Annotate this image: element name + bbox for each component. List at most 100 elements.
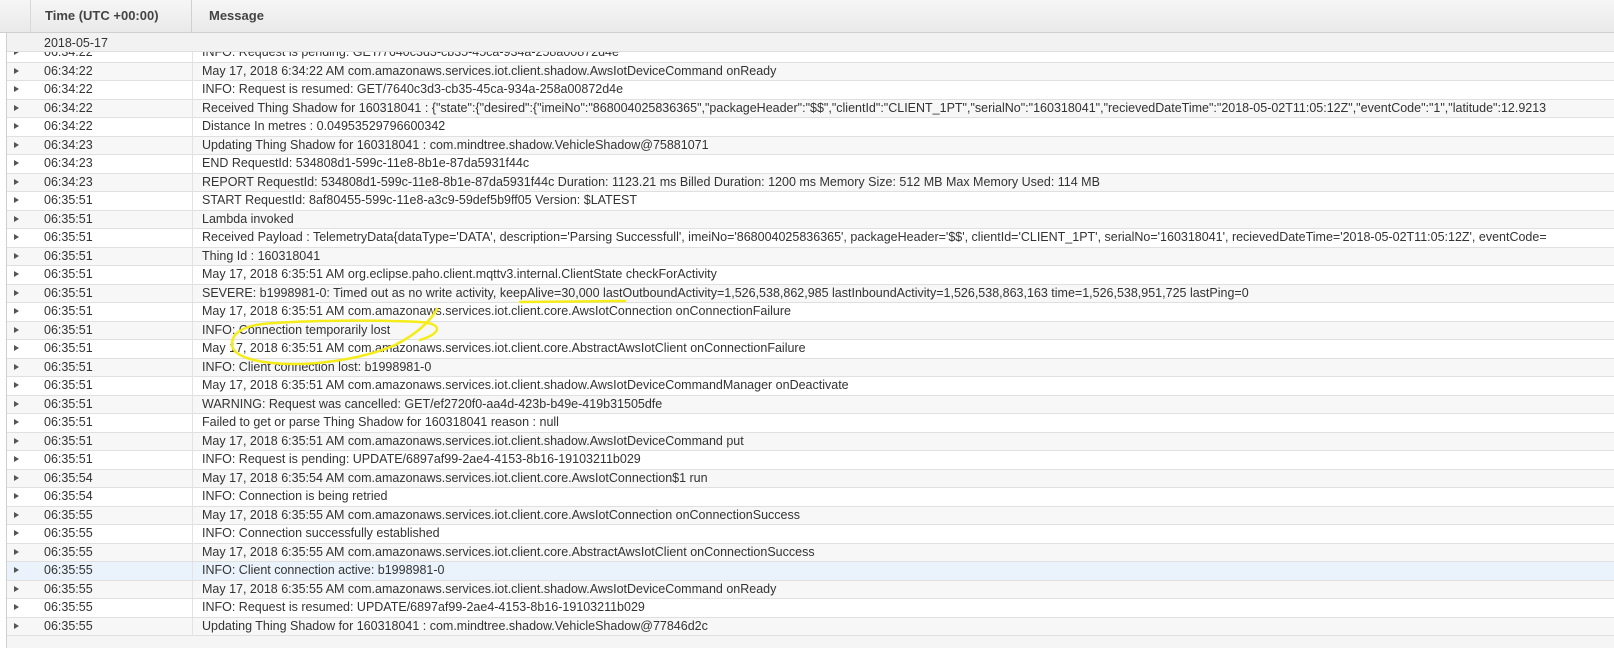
log-event-row[interactable]: 06:34:22 Received Thing Shadow for 160318… xyxy=(7,99,1614,118)
log-event-row[interactable]: 06:35:55 INFO: Request is resumed: UPDATE… xyxy=(7,599,1614,618)
log-event-row[interactable]: 06:34:22 INFO: Request is resumed: GET/76… xyxy=(7,81,1614,100)
log-event-row[interactable]: 06:35:51 INFO: Request is pending: UPDATE… xyxy=(7,451,1614,470)
expand-caret-icon[interactable] xyxy=(14,604,19,610)
expand-caret-icon[interactable] xyxy=(14,511,19,518)
log-event-row[interactable]: 06:35:51 Failed to get or parse Thing Sha… xyxy=(7,414,1614,433)
row-divider xyxy=(192,395,193,413)
log-event-row[interactable]: 06:35:51 May 17, 2018 6:35:51 AM com.amaz… xyxy=(7,340,1614,359)
message-column-header[interactable]: Message xyxy=(209,8,264,23)
log-event-row[interactable]: 06:35:51 Thing Id : 160318041 xyxy=(7,247,1614,266)
log-event-row[interactable]: 06:35:55 INFO: Client connection active: … xyxy=(7,562,1614,581)
log-events-list[interactable]: 06:34:22 INFO: Request is pending: GET/76… xyxy=(6,33,1614,648)
log-event-row[interactable]: 06:34:23 END RequestId: 534808d1-599c-11e… xyxy=(7,155,1614,174)
row-divider xyxy=(192,229,193,247)
row-divider xyxy=(192,210,193,228)
expand-caret-icon[interactable] xyxy=(14,437,19,444)
row-divider xyxy=(192,617,193,635)
log-event-time: 06:35:55 xyxy=(44,544,93,559)
expand-column-header xyxy=(0,0,31,32)
time-column-header[interactable]: Time (UTC +00:00) xyxy=(45,8,159,23)
expand-caret-icon[interactable] xyxy=(14,456,19,462)
log-event-row[interactable]: 06:35:51 SEVERE: b1998981-0: Timed out as… xyxy=(7,284,1614,303)
log-event-row[interactable]: 06:34:22 May 17, 2018 6:34:22 AM com.amaz… xyxy=(7,62,1614,81)
expand-caret-icon[interactable] xyxy=(14,67,19,74)
row-divider xyxy=(192,525,193,543)
row-divider xyxy=(192,266,193,284)
expand-caret-icon[interactable] xyxy=(14,567,19,573)
log-event-message: END RequestId: 534808d1-599c-11e8-8b1e-8… xyxy=(202,156,530,170)
expand-caret-icon[interactable] xyxy=(14,160,19,166)
log-event-time: 06:35:54 xyxy=(44,489,93,503)
log-event-row[interactable]: 06:35:51 May 17, 2018 6:35:51 AM org.ecli… xyxy=(7,266,1614,285)
expand-caret-icon[interactable] xyxy=(14,308,19,314)
expand-caret-icon[interactable] xyxy=(14,474,19,481)
log-event-message: START RequestId: 8af80455-599c-11e8-a3c9… xyxy=(202,193,638,207)
log-event-time: 06:35:54 xyxy=(44,470,93,485)
log-event-row[interactable]: 06:35:55 May 17, 2018 6:35:55 AM com.amaz… xyxy=(7,506,1614,525)
date-group-header: 2018-05-17 xyxy=(7,33,1614,52)
log-event-row[interactable]: 06:35:55 May 17, 2018 6:35:55 AM com.amaz… xyxy=(7,580,1614,599)
log-event-row[interactable]: 06:35:51 WARNING: Request was cancelled: … xyxy=(7,395,1614,414)
log-event-time: 06:35:51 xyxy=(44,341,93,355)
expand-caret-icon[interactable] xyxy=(14,345,19,351)
log-event-row[interactable]: 06:35:51 Lambda invoked xyxy=(7,210,1614,229)
log-event-message: Thing Id : 160318041 xyxy=(202,248,321,263)
log-event-row[interactable]: 06:35:54 May 17, 2018 6:35:54 AM com.amaz… xyxy=(7,469,1614,488)
expand-caret-icon[interactable] xyxy=(14,493,19,499)
row-divider xyxy=(192,340,193,358)
log-event-time: 06:35:51 xyxy=(44,433,93,448)
expand-caret-icon[interactable] xyxy=(14,271,19,277)
log-event-row[interactable]: 06:35:51 May 17, 2018 6:35:51 AM com.amaz… xyxy=(7,432,1614,451)
date-group-label: 2018-05-17 xyxy=(44,36,108,50)
log-event-time: 06:35:55 xyxy=(44,507,93,522)
expand-caret-icon[interactable] xyxy=(14,530,19,536)
log-event-message: Updating Thing Shadow for 160318041 : co… xyxy=(202,618,708,633)
expand-caret-icon[interactable] xyxy=(14,622,19,629)
expand-caret-icon[interactable] xyxy=(14,252,19,259)
expand-caret-icon[interactable] xyxy=(14,197,19,203)
expand-caret-icon[interactable] xyxy=(14,326,19,333)
log-event-row[interactable]: 06:35:51 May 17, 2018 6:35:51 AM com.amaz… xyxy=(7,303,1614,322)
log-event-row[interactable]: 06:34:22 Distance In metres : 0.049535297… xyxy=(7,118,1614,137)
log-event-row[interactable]: 06:35:55 Updating Thing Shadow for 160318… xyxy=(7,617,1614,636)
log-event-row[interactable]: 06:35:51 INFO: Client connection lost: b1… xyxy=(7,358,1614,377)
expand-caret-icon[interactable] xyxy=(14,178,19,185)
log-event-message: May 17, 2018 6:35:55 AM com.amazonaws.se… xyxy=(202,507,801,522)
log-event-row[interactable]: 06:35:51 May 17, 2018 6:35:51 AM com.amaz… xyxy=(7,377,1614,396)
log-event-message: May 17, 2018 6:35:51 AM com.amazonaws.se… xyxy=(202,433,744,448)
expand-caret-icon[interactable] xyxy=(14,363,19,370)
expand-caret-icon[interactable] xyxy=(14,141,19,148)
column-divider[interactable] xyxy=(191,0,192,32)
log-event-row[interactable]: 06:35:51 INFO: Connection temporarily los… xyxy=(7,321,1614,340)
expand-caret-icon[interactable] xyxy=(14,104,19,111)
expand-caret-icon[interactable] xyxy=(14,234,19,240)
log-event-message: INFO: Request is resumed: GET/7640c3d3-c… xyxy=(202,82,624,96)
log-event-row[interactable]: 06:34:23 REPORT RequestId: 534808d1-599c-… xyxy=(7,173,1614,192)
expand-caret-icon[interactable] xyxy=(14,86,19,92)
expand-caret-icon[interactable] xyxy=(14,548,19,555)
log-event-row[interactable]: 06:35:55 May 17, 2018 6:35:55 AM com.amaz… xyxy=(7,543,1614,562)
log-event-row[interactable]: 06:35:54 INFO: Connection is being retrie… xyxy=(7,488,1614,507)
log-event-message: INFO: Connection successfully establishe… xyxy=(202,526,440,540)
log-event-message: May 17, 2018 6:34:22 AM com.amazonaws.se… xyxy=(202,63,777,78)
log-event-row[interactable]: 06:35:51 START RequestId: 8af80455-599c-1… xyxy=(7,192,1614,211)
row-divider xyxy=(192,599,193,617)
log-event-message: WARNING: Request was cancelled: GET/ef27… xyxy=(202,396,663,411)
expand-caret-icon[interactable] xyxy=(14,289,19,296)
expand-caret-icon[interactable] xyxy=(14,123,19,129)
log-event-time: 06:34:23 xyxy=(44,174,93,189)
row-divider xyxy=(192,155,193,173)
log-event-row[interactable]: 06:34:23 Updating Thing Shadow for 160318… xyxy=(7,136,1614,155)
expand-caret-icon[interactable] xyxy=(14,400,19,407)
expand-caret-icon[interactable] xyxy=(14,419,19,425)
log-event-time: 06:35:55 xyxy=(44,618,93,633)
log-event-message: INFO: Connection is being retried xyxy=(202,489,388,503)
log-event-row[interactable]: 06:35:55 INFO: Connection successfully es… xyxy=(7,525,1614,544)
log-event-time: 06:34:22 xyxy=(44,100,93,115)
log-event-time: 06:35:51 xyxy=(44,248,93,263)
expand-caret-icon[interactable] xyxy=(14,215,19,222)
log-event-time: 06:35:51 xyxy=(44,211,93,226)
expand-caret-icon[interactable] xyxy=(14,585,19,592)
log-event-row[interactable]: 06:35:51 Received Payload : TelemetryData… xyxy=(7,229,1614,248)
expand-caret-icon[interactable] xyxy=(14,382,19,388)
